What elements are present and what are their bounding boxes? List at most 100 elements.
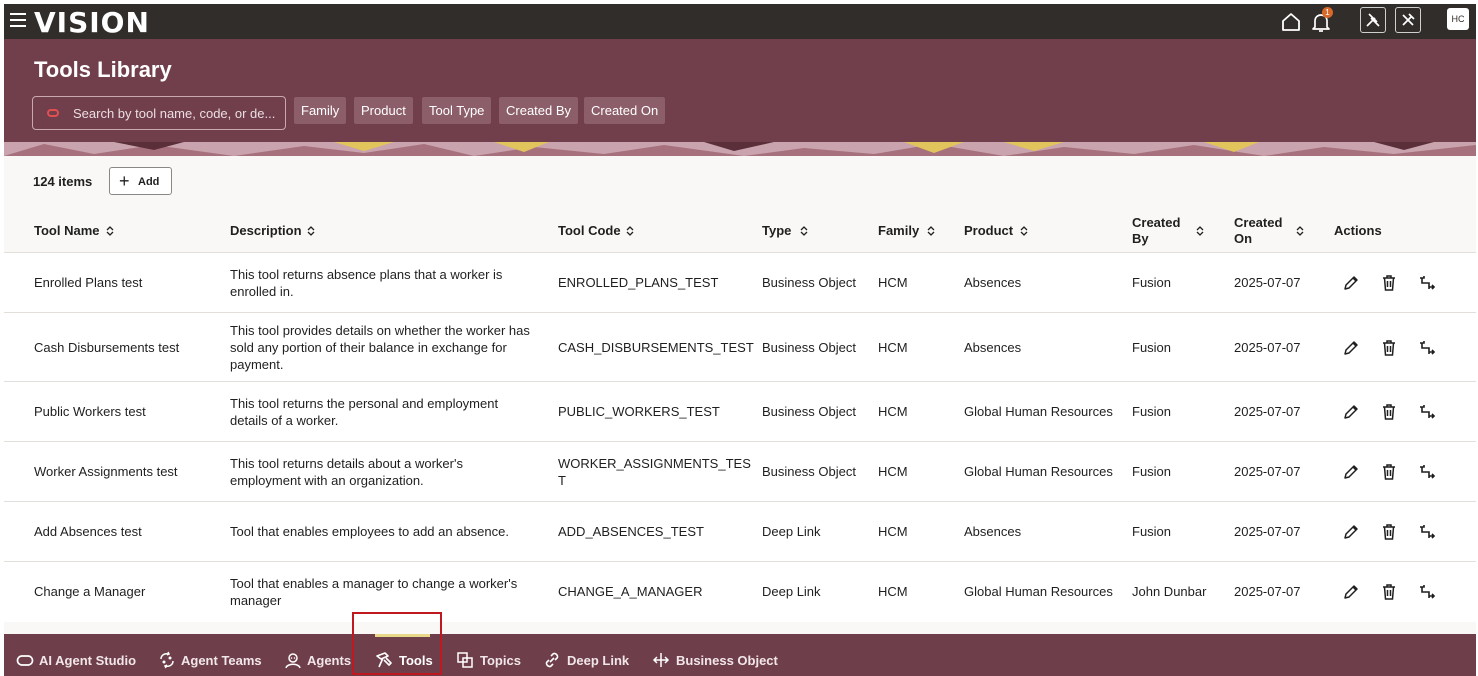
filter-product[interactable]: Product <box>354 97 413 124</box>
cell-created-on: 2025-07-07 <box>1234 584 1301 599</box>
description-line: enrolled in. <box>230 284 294 299</box>
test-tool-icon[interactable] <box>1418 274 1436 292</box>
oracle-ring-icon <box>16 655 34 666</box>
table-row[interactable]: Enrolled Plans test This tool returns ab… <box>4 252 1476 313</box>
tools-shortcut-button[interactable] <box>1360 7 1386 33</box>
cell-product: Global Human Resources <box>964 404 1113 419</box>
nav-label: AI Agent Studio <box>39 653 137 668</box>
delete-icon[interactable] <box>1380 339 1398 357</box>
cell-tool-name[interactable]: Worker Assignments test <box>34 463 178 480</box>
cell-created-by: Fusion <box>1132 464 1172 479</box>
description-line: details of a worker. <box>230 413 339 428</box>
plus-icon: + <box>119 171 130 191</box>
delete-icon[interactable] <box>1380 274 1398 292</box>
filter-family[interactable]: Family <box>294 97 347 124</box>
delete-icon[interactable] <box>1380 523 1398 541</box>
edit-icon[interactable] <box>1342 523 1360 541</box>
col-product[interactable]: Product <box>964 223 1013 239</box>
nav-label: Agent Teams <box>181 653 262 668</box>
add-button[interactable]: + Add <box>109 167 172 195</box>
col-tool-code[interactable]: Tool Code <box>558 223 621 239</box>
description-line: This tool returns the personal and emplo… <box>230 396 499 411</box>
col-tool-name[interactable]: Tool Name <box>34 223 100 239</box>
cell-product: Absences <box>964 524 1022 539</box>
cell-created-by: Fusion <box>1132 275 1172 290</box>
table-row[interactable]: Change a Manager Tool that enables a man… <box>4 561 1476 622</box>
business-object-icon <box>652 653 670 667</box>
cell-tool-name[interactable]: Enrolled Plans test <box>34 274 142 291</box>
app-logo: VISION <box>34 6 150 39</box>
delete-icon[interactable] <box>1380 583 1398 601</box>
cell-tool-name[interactable]: Cash Disbursements test <box>34 339 179 356</box>
home-icon[interactable] <box>1279 10 1303 34</box>
col-created-on-line2: On <box>1234 231 1253 246</box>
highlight-box <box>352 612 442 675</box>
sort-icon[interactable] <box>306 225 316 237</box>
cell-family: HCM <box>878 340 908 355</box>
filter-tool-type[interactable]: Tool Type <box>422 97 492 124</box>
cell-type: Business Object <box>762 464 856 479</box>
search-input[interactable]: Search by tool name, code, or de... <box>32 96 286 130</box>
cell-tool-code: WORKER_ASSIGNMENTS_TES T <box>558 455 751 489</box>
item-count: 124 items <box>33 174 93 189</box>
table-row[interactable]: Cash Disbursements test This tool provid… <box>4 312 1476 382</box>
cell-type: Deep Link <box>762 524 821 539</box>
sort-icon[interactable] <box>625 225 635 237</box>
cell-tool-name[interactable]: Public Workers test <box>34 403 146 420</box>
sort-icon[interactable] <box>1019 225 1029 237</box>
col-description[interactable]: Description <box>230 223 302 239</box>
deep-link-icon <box>545 652 559 668</box>
cell-tool-code: ENROLLED_PLANS_TEST <box>558 275 719 290</box>
description-line: This tool returns absence plans that a w… <box>230 267 503 282</box>
col-family[interactable]: Family <box>878 223 919 239</box>
settings-tools-button[interactable] <box>1395 7 1421 33</box>
test-tool-icon[interactable] <box>1418 403 1436 421</box>
agent-teams-icon <box>160 651 174 669</box>
cell-created-by: Fusion <box>1132 404 1172 419</box>
filter-created-by[interactable]: Created By <box>499 97 579 124</box>
delete-icon[interactable] <box>1380 463 1398 481</box>
edit-icon[interactable] <box>1342 274 1360 292</box>
filter-created-on[interactable]: Created On <box>584 97 666 124</box>
edit-icon[interactable] <box>1342 583 1360 601</box>
cell-created-by: Fusion <box>1132 524 1172 539</box>
table-row[interactable]: Public Workers test This tool returns th… <box>4 381 1476 442</box>
edit-icon[interactable] <box>1342 403 1360 421</box>
cell-created-on: 2025-07-07 <box>1234 340 1301 355</box>
cell-product: Global Human Resources <box>964 464 1113 479</box>
delete-icon[interactable] <box>1380 403 1398 421</box>
sort-icon[interactable] <box>1295 225 1305 237</box>
description-line: Tool that enables a manager to change a … <box>230 576 518 591</box>
col-created-on-line1: Created <box>1234 215 1283 230</box>
col-actions: Actions <box>1334 223 1382 238</box>
table-row[interactable]: Worker Assignments test This tool return… <box>4 441 1476 502</box>
notification-badge: 1 <box>1322 7 1333 18</box>
test-tool-icon[interactable] <box>1418 523 1436 541</box>
test-tool-icon[interactable] <box>1418 339 1436 357</box>
add-button-label: Add <box>138 176 160 188</box>
description-line: Tool that enables employees to add an ab… <box>230 524 509 539</box>
menu-icon[interactable] <box>10 13 26 27</box>
code-line: WORKER_ASSIGNMENTS_TES <box>558 456 751 471</box>
description-line: This tool returns details about a worker… <box>230 456 463 471</box>
edit-icon[interactable] <box>1342 463 1360 481</box>
cell-tool-name[interactable]: Change a Manager <box>34 583 145 600</box>
table-row[interactable]: Add Absences test Tool that enables empl… <box>4 501 1476 562</box>
test-tool-icon[interactable] <box>1418 463 1436 481</box>
sort-icon[interactable] <box>105 225 115 237</box>
header-pattern <box>4 142 1476 156</box>
cell-tool-name[interactable]: Add Absences test <box>34 523 142 540</box>
test-tool-icon[interactable] <box>1418 583 1436 601</box>
edit-icon[interactable] <box>1342 339 1360 357</box>
sort-icon[interactable] <box>926 225 936 237</box>
col-created-by[interactable]: Created By <box>1132 215 1180 247</box>
cell-product: Global Human Resources <box>964 584 1113 599</box>
col-created-on[interactable]: Created On <box>1234 215 1282 247</box>
col-type[interactable]: Type <box>762 223 791 239</box>
cell-type: Business Object <box>762 275 856 290</box>
sort-icon[interactable] <box>1195 225 1205 237</box>
avatar[interactable]: HC <box>1447 8 1469 30</box>
col-created-by-line1: Created <box>1132 215 1181 230</box>
page-header: Tools Library Search by tool name, code,… <box>4 39 1476 156</box>
sort-icon[interactable] <box>799 225 809 237</box>
